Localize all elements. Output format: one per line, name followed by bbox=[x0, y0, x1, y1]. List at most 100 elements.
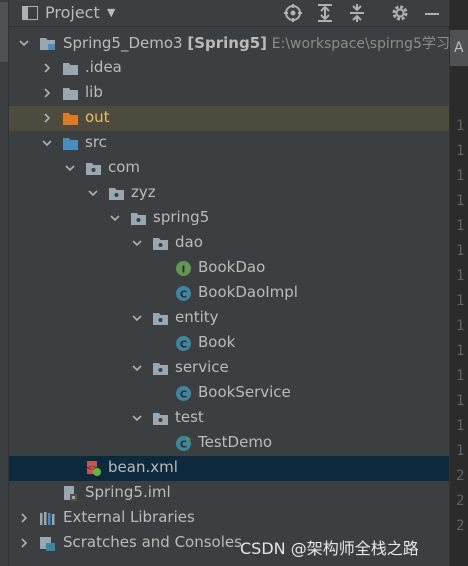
project-view-title[interactable]: Project bbox=[45, 3, 100, 22]
gutter-line-number: 1 bbox=[456, 118, 465, 134]
gutter-line-number: 2 bbox=[456, 493, 465, 509]
class-icon: C bbox=[176, 336, 191, 351]
tree-row-book[interactable]: C Book bbox=[9, 331, 449, 356]
tree-row-bookservice[interactable]: C BookService bbox=[9, 381, 449, 406]
gutter-line-number: 1 bbox=[456, 318, 465, 334]
package-icon bbox=[153, 238, 168, 250]
tree-row-com[interactable]: com bbox=[9, 156, 449, 181]
package-icon bbox=[153, 363, 168, 375]
module-file-icon bbox=[64, 486, 77, 501]
project-view-icon bbox=[22, 6, 38, 20]
tree-label: External Libraries bbox=[63, 508, 195, 526]
tree-row-entity[interactable]: entity bbox=[9, 306, 449, 331]
minimize-icon[interactable] bbox=[422, 3, 442, 23]
tree-label: dao bbox=[175, 233, 203, 251]
module-folder-icon bbox=[40, 38, 55, 50]
gutter-line-number: 2 bbox=[456, 468, 465, 484]
svg-text:I: I bbox=[182, 265, 186, 276]
gutter-line-number: 1 bbox=[456, 143, 465, 159]
chevron-down-icon[interactable] bbox=[131, 237, 143, 249]
chevron-down-icon[interactable] bbox=[131, 312, 143, 324]
gutter-line-number: 1 bbox=[456, 343, 465, 359]
left-tool-strip bbox=[0, 0, 9, 566]
gutter-line-number: 1 bbox=[456, 168, 465, 184]
project-tool-tab[interactable] bbox=[0, 2, 8, 62]
tree-row-testdemo[interactable]: C TestDemo bbox=[9, 431, 449, 456]
tree-row-bookdao[interactable]: I BookDao bbox=[9, 256, 449, 281]
chevron-down-icon[interactable] bbox=[131, 362, 143, 374]
tree-label: src bbox=[85, 133, 107, 151]
tree-row-zyz[interactable]: zyz bbox=[9, 181, 449, 206]
expand-all-icon[interactable] bbox=[315, 3, 335, 23]
excluded-folder-icon bbox=[63, 113, 78, 125]
tree-label: test bbox=[175, 408, 204, 426]
tree-row-external-libraries[interactable]: External Libraries bbox=[9, 506, 449, 531]
tree-row-test[interactable]: test bbox=[9, 406, 449, 431]
tree-label: service bbox=[175, 358, 229, 376]
chevron-right-icon[interactable] bbox=[18, 512, 30, 524]
gutter-line-number: 1 bbox=[456, 393, 465, 409]
tree-label: Spring5.iml bbox=[85, 483, 171, 501]
tree-label: Spring5_Demo3 [Spring5] E:\workspace\spi… bbox=[63, 34, 450, 52]
gear-icon[interactable] bbox=[390, 3, 410, 23]
tree-label: spring5 bbox=[153, 208, 210, 226]
project-panel: Project ▼ Spring5_Demo3 [Spring5] E:\wor… bbox=[9, 0, 450, 566]
chevron-down-icon[interactable] bbox=[87, 187, 99, 199]
chevron-right-icon[interactable] bbox=[41, 62, 53, 74]
tree-label: entity bbox=[175, 308, 219, 326]
tree-label: BookDao bbox=[198, 258, 266, 276]
chevron-right-icon[interactable] bbox=[41, 112, 53, 124]
tree-row-bookdaoimpl[interactable]: C BookDaoImpl bbox=[9, 281, 449, 306]
tree-row-out[interactable]: out bbox=[9, 106, 449, 131]
source-folder-icon bbox=[63, 138, 78, 150]
gutter-line-number: 2 bbox=[456, 518, 465, 534]
chevron-down-icon[interactable] bbox=[64, 162, 76, 174]
chevron-down-icon[interactable]: ▼ bbox=[107, 6, 115, 19]
tree-row-dao[interactable]: dao bbox=[9, 231, 449, 256]
package-icon bbox=[153, 313, 168, 325]
tree-label: lib bbox=[85, 83, 103, 101]
tree-row-service[interactable]: service bbox=[9, 356, 449, 381]
tree-label: bean.xml bbox=[108, 458, 178, 476]
locate-icon[interactable] bbox=[283, 3, 303, 23]
folder-icon bbox=[63, 63, 78, 75]
svg-text:C: C bbox=[180, 290, 187, 301]
tree-row-root[interactable]: Spring5_Demo3 [Spring5] E:\workspace\spi… bbox=[9, 31, 450, 56]
tree-label: BookDaoImpl bbox=[198, 283, 298, 301]
class-icon: C bbox=[176, 386, 191, 401]
gutter-line-number: 1 bbox=[456, 293, 465, 309]
chevron-down-icon[interactable] bbox=[41, 137, 53, 149]
collapse-all-icon[interactable] bbox=[347, 3, 367, 23]
tree-label: com bbox=[108, 158, 141, 176]
gutter-line-number: 1 bbox=[456, 368, 465, 384]
tree-row-idea[interactable]: .idea bbox=[9, 56, 449, 81]
editor-tab-edge[interactable]: A bbox=[450, 30, 468, 66]
tree-row-beanxml[interactable]: <> bean.xml bbox=[9, 456, 449, 481]
chevron-down-icon[interactable] bbox=[131, 412, 143, 424]
chevron-right-icon[interactable] bbox=[41, 87, 53, 99]
scratches-icon bbox=[40, 537, 55, 551]
tree-row-spring5[interactable]: spring5 bbox=[9, 206, 449, 231]
gutter-line-number: 1 bbox=[456, 268, 465, 284]
tree-row-spring5iml[interactable]: Spring5.iml bbox=[9, 481, 449, 506]
tree-label: zyz bbox=[131, 183, 156, 201]
tree-label: TestDemo bbox=[198, 433, 273, 451]
package-icon bbox=[131, 213, 146, 225]
gutter-line-number: 1 bbox=[456, 218, 465, 234]
tree-row-src[interactable]: src bbox=[9, 131, 449, 156]
package-icon bbox=[153, 413, 168, 425]
tree-row-lib[interactable]: lib bbox=[9, 81, 449, 106]
watermark: CSDN @架构师全栈之路 bbox=[240, 539, 419, 558]
chevron-down-icon[interactable] bbox=[109, 212, 121, 224]
class-icon: C bbox=[176, 286, 191, 301]
tree-label: Book bbox=[198, 333, 236, 351]
chevron-down-icon[interactable] bbox=[18, 37, 30, 49]
libraries-icon bbox=[40, 512, 55, 525]
svg-text:C: C bbox=[180, 390, 187, 401]
gutter-line-number: 1 bbox=[456, 443, 465, 459]
spring-xml-icon: <> bbox=[86, 461, 101, 476]
chevron-right-icon[interactable] bbox=[18, 537, 30, 549]
gutter-line-number: 1 bbox=[456, 193, 465, 209]
package-icon bbox=[86, 163, 101, 175]
tree-label: Scratches and Consoles bbox=[63, 533, 242, 551]
